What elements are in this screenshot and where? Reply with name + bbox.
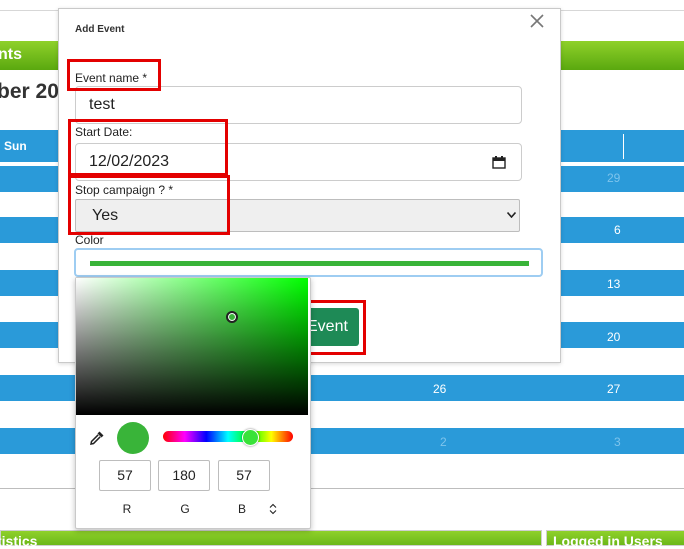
day-header-sun: Sun	[4, 139, 27, 153]
calendar-day-number[interactable]: 2	[440, 435, 447, 449]
add-event-button-label: Event	[307, 318, 348, 335]
event-name-label: Event name *	[75, 71, 148, 85]
calendar-day-number[interactable]: 6	[614, 223, 621, 237]
calendar-day-number[interactable]: 29	[607, 171, 620, 185]
stop-campaign-value: Yes	[92, 207, 119, 224]
hue-slider[interactable]	[163, 431, 293, 442]
start-date-input[interactable]: 12/02/2023	[75, 143, 522, 181]
blue-value-input[interactable]: 57	[218, 460, 270, 491]
saturation-value-handle[interactable]	[226, 311, 238, 323]
saturation-value-area[interactable]	[76, 278, 308, 415]
event-name-value: test	[89, 96, 115, 113]
event-name-input[interactable]: test	[75, 86, 522, 124]
modal-title: Add Event	[75, 24, 125, 35]
stop-campaign-select[interactable]: Yes	[75, 199, 520, 232]
chevron-down-icon	[507, 212, 516, 218]
color-swatch	[117, 422, 149, 454]
blue-label: B	[237, 502, 246, 516]
calendar-day-number[interactable]: 3	[614, 435, 621, 449]
calendar-icon[interactable]	[492, 156, 506, 169]
hue-slider-handle[interactable]	[242, 429, 259, 446]
stop-campaign-label: Stop campaign ? *	[75, 183, 174, 197]
calendar-day-number[interactable]: 26	[433, 382, 446, 396]
color-input[interactable]	[74, 248, 543, 277]
green-value-input[interactable]: 180	[158, 460, 210, 491]
eyedropper-icon[interactable]	[89, 430, 105, 446]
updown-icon[interactable]	[269, 503, 277, 515]
start-date-value: 12/02/2023	[89, 153, 170, 170]
calendar-day-number[interactable]: 13	[607, 277, 620, 291]
color-value-bar	[90, 261, 529, 266]
logged-users-panel-title: Logged in Users	[553, 533, 663, 549]
red-value-input[interactable]: 57	[99, 460, 151, 491]
color-label: Color	[75, 233, 104, 247]
calendar-day-number[interactable]: 20	[607, 330, 620, 344]
statistics-panel-title: tistics	[0, 533, 38, 549]
calendar-day-number[interactable]: 27	[607, 382, 620, 396]
close-icon[interactable]	[528, 12, 546, 30]
red-label: R	[122, 502, 132, 516]
green-label: G	[180, 502, 190, 516]
start-date-label: Start Date:	[75, 125, 133, 139]
calendar-header-divider	[623, 134, 624, 159]
events-section-title: nts	[0, 46, 22, 63]
